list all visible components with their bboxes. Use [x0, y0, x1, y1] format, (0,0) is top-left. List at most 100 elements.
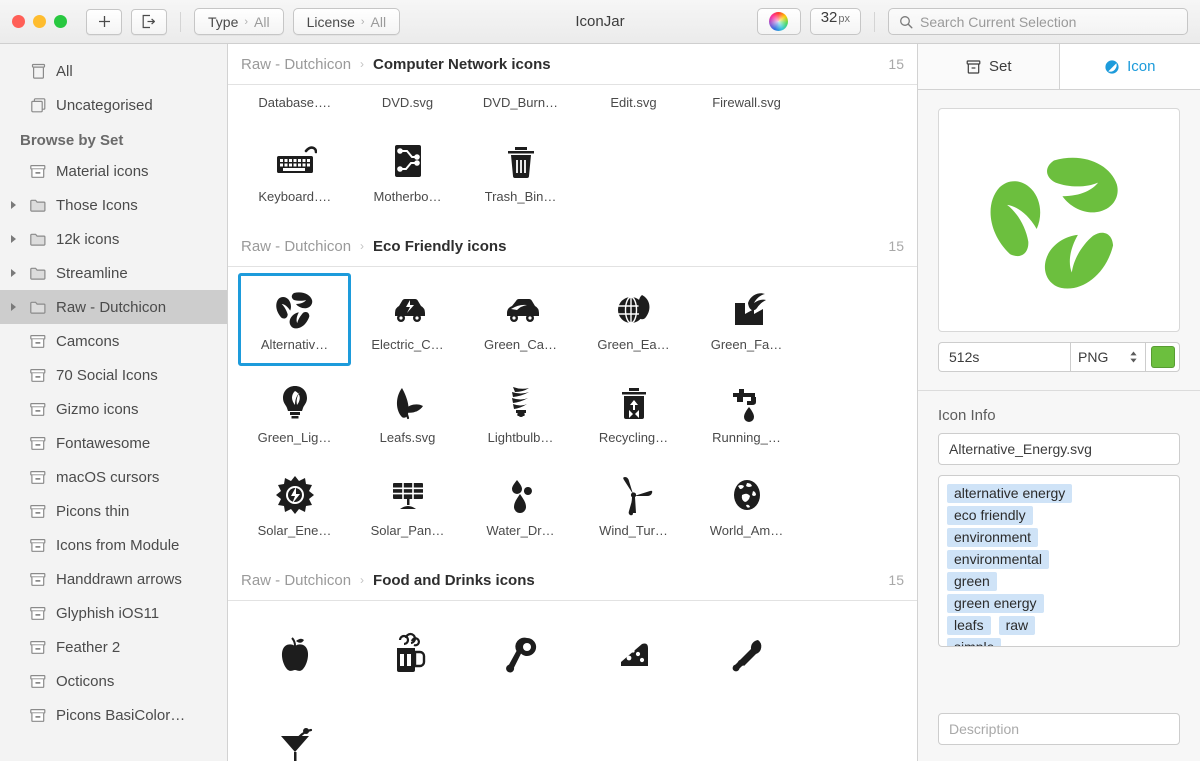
- icon-cell[interactable]: Green_Ea…: [577, 273, 690, 366]
- icon-size-button[interactable]: 32 px: [810, 8, 861, 35]
- folder-icon: [27, 197, 49, 214]
- icon-cell[interactable]: Leafs.svg: [351, 366, 464, 459]
- icon-glyph: [725, 287, 769, 331]
- icon-cell[interactable]: DVD_Burn…: [464, 85, 577, 119]
- export-button[interactable]: [131, 9, 167, 35]
- icon-grid[interactable]: Alternativ…Electric_C…Green_Ca…Green_Ea……: [228, 267, 917, 560]
- sidebar-item-icons-from-module[interactable]: Icons from Module: [0, 528, 227, 562]
- color-picker-button[interactable]: [757, 8, 801, 35]
- sidebar-item-glyphish-ios11[interactable]: Glyphish iOS11: [0, 596, 227, 630]
- tab-icon[interactable]: Icon: [1059, 44, 1200, 89]
- export-format-select[interactable]: PNG: [1070, 342, 1146, 372]
- tag[interactable]: environment: [947, 528, 1038, 547]
- icon-cell[interactable]: Wind_Tur…: [577, 459, 690, 552]
- sidebar-item-macos-cursors[interactable]: macOS cursors: [0, 460, 227, 494]
- set-box-icon: [27, 605, 49, 622]
- disclosure-triangle-icon[interactable]: [6, 302, 20, 312]
- tag[interactable]: environmental: [947, 550, 1049, 569]
- icon-cell[interactable]: [577, 607, 690, 700]
- description-field[interactable]: Description: [938, 713, 1180, 745]
- tag[interactable]: simple: [947, 638, 1001, 647]
- icon-caption: Database….: [258, 95, 330, 110]
- folder-icon: [27, 299, 49, 316]
- sidebar-item-handdrawn-arrows[interactable]: Handdrawn arrows: [0, 562, 227, 596]
- sidebar-item-fontawesome[interactable]: Fontawesome: [0, 426, 227, 460]
- icon-cell[interactable]: Motherbo…: [351, 125, 464, 218]
- icon-cell[interactable]: Running_…: [690, 366, 803, 459]
- section-header[interactable]: Raw - Dutchicon›Computer Network icons15: [228, 44, 917, 85]
- icon-tags-list[interactable]: alternative energy eco friendly environmen…: [938, 475, 1180, 647]
- sidebar-item-picons-basicolor[interactable]: Picons BasiColor…: [0, 698, 227, 732]
- icon-browser[interactable]: Raw - Dutchicon›Computer Network icons15…: [228, 44, 918, 761]
- export-size-field[interactable]: 512s: [938, 342, 1070, 372]
- icon-grid[interactable]: Keyboard….Motherbo…Trash_Bin…: [228, 119, 917, 226]
- icon-cell[interactable]: Electric_C…: [351, 273, 464, 366]
- export-color-button[interactable]: [1146, 342, 1180, 372]
- sidebar-item-camcons[interactable]: Camcons: [0, 324, 227, 358]
- sidebar-item-uncategorised[interactable]: Uncategorised: [0, 88, 227, 122]
- tag[interactable]: raw: [999, 616, 1036, 635]
- tag[interactable]: alternative energy: [947, 484, 1072, 503]
- sidebar-item-all[interactable]: All: [0, 54, 227, 88]
- icon-cell[interactable]: Edit.svg: [577, 85, 690, 119]
- tag[interactable]: green: [947, 572, 997, 591]
- sidebar-item-streamline[interactable]: Streamline: [0, 256, 227, 290]
- filter-type-button[interactable]: Type › All: [194, 8, 284, 35]
- maximize-window-button[interactable]: [54, 15, 67, 28]
- icon-cell[interactable]: Trash_Bin…: [464, 125, 577, 218]
- icon-cell[interactable]: Recycling…: [577, 366, 690, 459]
- icon-filename-field[interactable]: Alternative_Energy.svg: [938, 433, 1180, 465]
- icon-cell[interactable]: DVD.svg: [351, 85, 464, 119]
- icon-glyph: [725, 473, 769, 517]
- sidebar-item-picons-thin[interactable]: Picons thin: [0, 494, 227, 528]
- icon-cell[interactable]: [238, 700, 351, 761]
- icon-cell[interactable]: [464, 607, 577, 700]
- sidebar[interactable]: All Uncategorised Browse by Set Material…: [0, 44, 228, 761]
- disclosure-triangle-icon[interactable]: [6, 200, 20, 210]
- close-window-button[interactable]: [12, 15, 25, 28]
- sidebar-item-feather-2[interactable]: Feather 2: [0, 630, 227, 664]
- icon-cell[interactable]: Water_Dr…: [464, 459, 577, 552]
- icon-cell[interactable]: Solar_Ene…: [238, 459, 351, 552]
- cocktail-icon: [273, 725, 317, 761]
- sidebar-item-those-icons[interactable]: Those Icons: [0, 188, 227, 222]
- sidebar-item-70-social-icons[interactable]: 70 Social Icons: [0, 358, 227, 392]
- wind-turbine-icon: [612, 473, 656, 517]
- icon-cell[interactable]: Database….: [238, 85, 351, 119]
- sidebar-item-octicons[interactable]: Octicons: [0, 664, 227, 698]
- icon-cell[interactable]: Keyboard….: [238, 125, 351, 218]
- tag[interactable]: eco friendly: [947, 506, 1033, 525]
- tab-set[interactable]: Set: [918, 44, 1059, 89]
- add-button[interactable]: [86, 9, 122, 35]
- icon-cell[interactable]: Green_Lig…: [238, 366, 351, 459]
- filter-license-button[interactable]: License › All: [293, 8, 401, 35]
- icon-cell[interactable]: Firewall.svg: [690, 85, 803, 119]
- icon-caption: Lightbulb…: [488, 430, 554, 445]
- sidebar-item-material-icons[interactable]: Material icons: [0, 154, 227, 188]
- export-options-row: 512s PNG: [938, 342, 1180, 372]
- sidebar-item-raw-dutchicon[interactable]: Raw - Dutchicon: [0, 290, 227, 324]
- icon-cell[interactable]: [690, 607, 803, 700]
- search-input[interactable]: Search Current Selection: [888, 8, 1188, 35]
- disclosure-triangle-icon[interactable]: [6, 268, 20, 278]
- tag[interactable]: leafs: [947, 616, 991, 635]
- icon-preview[interactable]: [938, 108, 1180, 332]
- section-header[interactable]: Raw - Dutchicon›Eco Friendly icons15: [228, 226, 917, 267]
- icon-cell[interactable]: [351, 607, 464, 700]
- icon-grid-clipped-row[interactable]: Database…. DVD.svgDVD_Burn…Edit.svgFirewa…: [228, 85, 917, 119]
- sidebar-item-12k-icons[interactable]: 12k icons: [0, 222, 227, 256]
- minimize-window-button[interactable]: [33, 15, 46, 28]
- icon-cell[interactable]: Alternativ…: [238, 273, 351, 366]
- sidebar-item-gizmo-icons[interactable]: Gizmo icons: [0, 392, 227, 426]
- tag[interactable]: green energy: [947, 594, 1044, 613]
- icon-grid[interactable]: [228, 601, 917, 761]
- icon-cell[interactable]: Green_Ca…: [464, 273, 577, 366]
- icon-cell[interactable]: Green_Fa…: [690, 273, 803, 366]
- icon-cell[interactable]: Solar_Pan…: [351, 459, 464, 552]
- icon-cell[interactable]: Lightbulb…: [464, 366, 577, 459]
- icon-cell[interactable]: World_Am…: [690, 459, 803, 552]
- sidebar-item-label: Fontawesome: [56, 435, 150, 452]
- icon-cell[interactable]: [238, 607, 351, 700]
- section-header[interactable]: Raw - Dutchicon›Food and Drinks icons15: [228, 560, 917, 601]
- disclosure-triangle-icon[interactable]: [6, 234, 20, 244]
